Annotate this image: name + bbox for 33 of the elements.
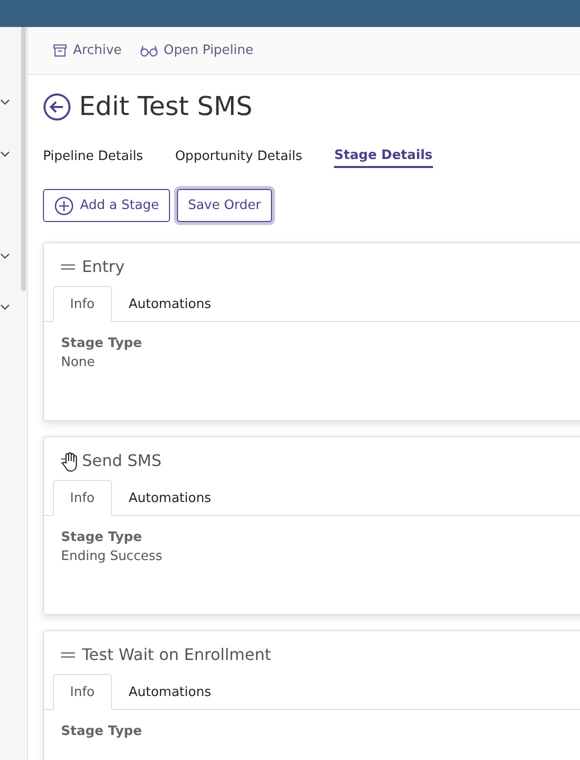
save-order-button[interactable]: Save Order (176, 189, 272, 222)
chevron-down-icon[interactable] (0, 151, 10, 157)
chevron-down-icon[interactable] (0, 304, 10, 310)
add-stage-button[interactable]: Add a Stage (43, 189, 170, 222)
field-label: Stage Type (61, 530, 143, 545)
plus-circle-icon (54, 196, 74, 216)
drag-handle-icon[interactable] (61, 264, 75, 270)
tab[interactable]: Info (53, 480, 112, 516)
back-icon[interactable] (43, 93, 71, 121)
tab[interactable]: Info (53, 674, 112, 710)
stage-name: Entry (82, 257, 125, 276)
glasses-icon (140, 44, 158, 56)
scrollbar[interactable] (21, 27, 26, 291)
toolbar-button[interactable]: Archive (53, 43, 122, 58)
stage-name: Send SMS (82, 451, 162, 470)
field-label: Stage Type (61, 336, 143, 351)
tab[interactable]: Automations (112, 286, 228, 322)
archive-icon (53, 44, 67, 57)
tab[interactable]: Pipeline Details (43, 139, 144, 168)
page-title: Edit Test SMS (79, 92, 253, 122)
drag-handle-icon[interactable] (61, 652, 75, 658)
tab[interactable]: Stage Details (334, 139, 433, 168)
toolbar-button[interactable]: Open Pipeline (140, 43, 254, 58)
field-value: Ending Success (61, 549, 164, 564)
tab[interactable]: Opportunity Details (175, 139, 302, 168)
field-label: Stage Type (61, 724, 143, 739)
field-value: None (61, 355, 96, 370)
tab[interactable]: Automations (112, 674, 228, 710)
tab[interactable]: Info (53, 286, 112, 322)
stage-name: Test Wait on Enrollment (82, 645, 272, 664)
chevron-down-icon[interactable] (0, 253, 10, 259)
tab[interactable]: Automations (112, 480, 228, 516)
chevron-down-icon[interactable] (0, 99, 10, 105)
